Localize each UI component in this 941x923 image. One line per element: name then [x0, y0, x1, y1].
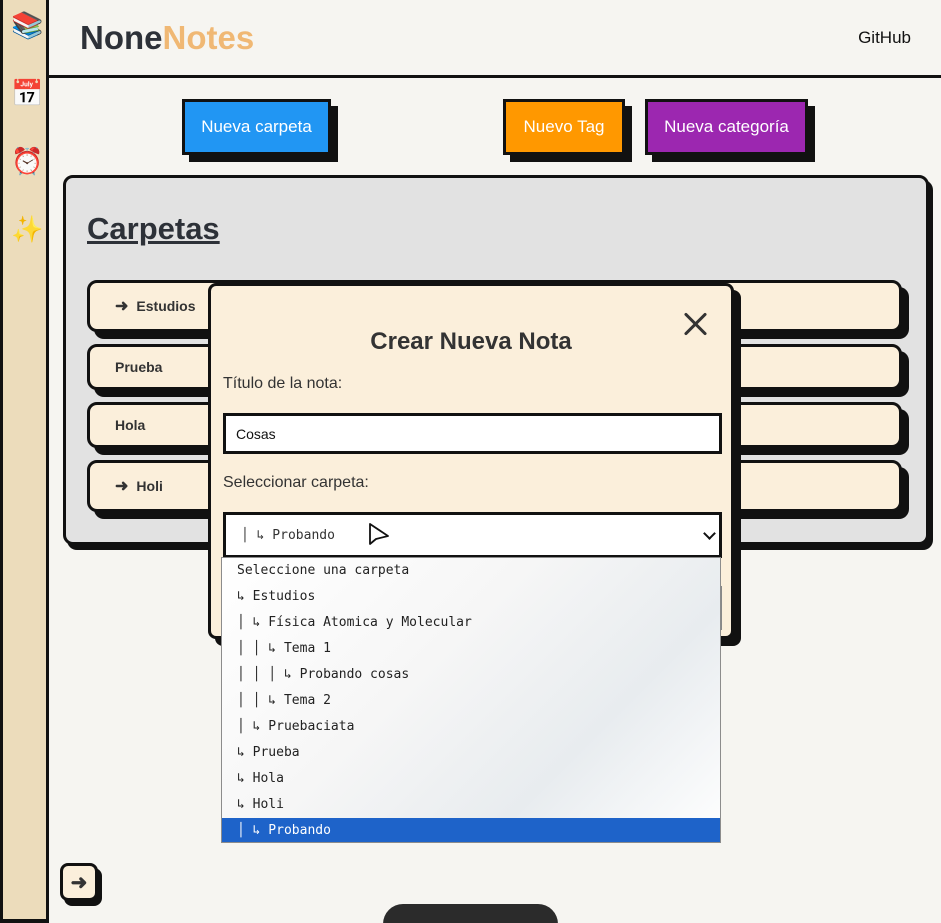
books-icon[interactable]: 📚 [11, 9, 43, 41]
mouse-cursor-icon [369, 523, 389, 545]
folder-option[interactable]: │ │ ↳ Tema 2 [222, 688, 720, 714]
logo-notes: Notes [162, 19, 255, 56]
close-icon[interactable] [683, 311, 709, 337]
folder-option[interactable]: ↳ Prueba [222, 740, 720, 766]
sidebar: 📚 📅 ⏰ ✨ [0, 0, 49, 923]
header: NoneNotes GitHub [49, 0, 941, 78]
folder-option[interactable]: │ ↳ Física Atomica y Molecular [222, 610, 720, 636]
folder-select-value: │ ↳ Probando [241, 527, 335, 543]
folder-option[interactable]: │ │ ↳ Tema 1 [222, 636, 720, 662]
folder-select-label: Seleccionar carpeta: [223, 474, 369, 491]
chevron-down-icon [703, 527, 716, 540]
github-link[interactable]: GitHub [858, 28, 911, 48]
folder-option[interactable]: ↳ Hola [222, 766, 720, 792]
folder-label: Prueba [115, 359, 163, 375]
new-tag-button[interactable]: Nuevo Tag [503, 99, 625, 155]
app-logo[interactable]: NoneNotes [80, 19, 254, 57]
calendar-icon[interactable]: 📅 [11, 77, 43, 109]
folder-option-selected[interactable]: │ ↳ Probando [222, 818, 720, 842]
folder-label: Estudios [136, 298, 196, 314]
note-title-label: Título de la nota: [223, 375, 343, 392]
folder-option[interactable]: ↳ Estudios [222, 584, 720, 610]
sparkles-icon[interactable]: ✨ [11, 213, 43, 245]
folder-select[interactable]: │ ↳ Probando [223, 512, 722, 558]
folder-options-list: Seleccione una carpeta ↳ Estudios │ ↳ Fí… [221, 557, 721, 843]
folder-option[interactable]: Seleccione una carpeta [222, 558, 720, 584]
alarm-clock-icon[interactable]: ⏰ [11, 145, 43, 177]
bottom-dock [383, 904, 558, 923]
folder-option[interactable]: │ ↳ Pruebaciata [222, 714, 720, 740]
new-folder-button[interactable]: Nueva carpeta [182, 99, 331, 155]
note-title-input[interactable] [223, 413, 722, 454]
folder-option[interactable]: ↳ Holi [222, 792, 720, 818]
folder-option[interactable]: │ │ │ ↳ Probando cosas [222, 662, 720, 688]
folder-label: Holi [136, 478, 163, 494]
new-category-button[interactable]: Nueva categoría [645, 99, 808, 155]
folders-title: Carpetas [87, 211, 220, 246]
arrow-right-icon: ➜ [115, 478, 129, 495]
folder-label: Hola [115, 417, 146, 433]
sidebar-toggle-button[interactable]: ➜ [60, 863, 98, 901]
arrow-right-icon: ➜ [70, 871, 88, 894]
modal-title: Crear Nueva Nota [370, 328, 572, 355]
logo-none: None [80, 19, 163, 56]
arrow-right-icon: ➜ [115, 298, 129, 315]
